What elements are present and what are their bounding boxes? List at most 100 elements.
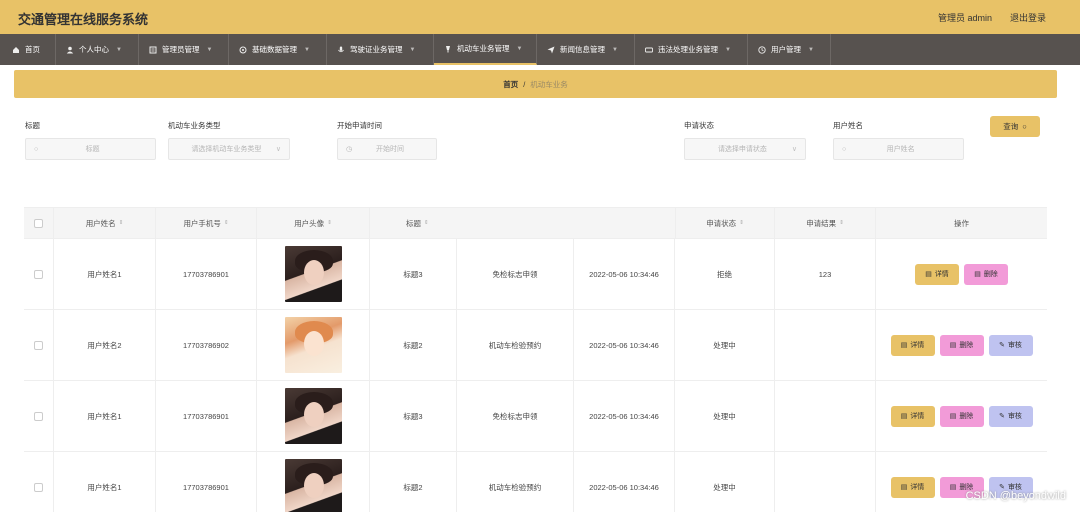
thumbs-up-icon: ✎ (999, 342, 1005, 349)
detail-button[interactable]: ▤ 详情 (890, 334, 935, 356)
avatar[interactable] (284, 317, 342, 373)
nav-label: 驾驶证业务管理 (350, 45, 403, 54)
nav-item-admin[interactable]: 管理员管理 ▼ (139, 34, 229, 65)
avatar[interactable] (284, 388, 342, 444)
clock-icon (758, 45, 766, 54)
status-select[interactable]: 请选择申请状态 ∨ (684, 138, 806, 160)
username-filter: 用户姓名 ○ 用户姓名 (833, 120, 964, 160)
status-filter-label: 申请状态 (684, 121, 714, 130)
document-icon: ▤ (900, 484, 908, 491)
status-filter: 申请状态 请选择申请状态 ∨ (684, 120, 806, 160)
header-label: 用户头像 (294, 218, 325, 228)
cell-result (775, 452, 876, 512)
header-phone[interactable]: 用户手机号 ⇕ (156, 208, 257, 238)
admin-icon (149, 46, 157, 54)
cell-result (775, 381, 876, 451)
nav-label: 个人中心 (79, 45, 109, 54)
header-label: 标题 (406, 218, 421, 228)
avatar[interactable] (284, 459, 342, 512)
cell-username: 用户姓名1 (54, 381, 156, 451)
type-filter-label: 机动车业务类型 (168, 121, 221, 130)
nav-item-license[interactable]: 驾驶证业务管理 ▼ (327, 34, 434, 65)
username-search-input[interactable]: ○ 用户姓名 (833, 138, 964, 160)
nav-item-news[interactable]: 新闻信息管理 ▼ (537, 34, 635, 65)
trash-icon: ▤ (949, 484, 957, 491)
cell-avatar (257, 310, 370, 380)
query-button[interactable]: 查询 ○ (990, 116, 1040, 137)
row-checkbox[interactable] (34, 411, 43, 421)
sort-icon: ⇕ (839, 220, 844, 226)
type-placeholder: 请选择机动车业务类型 (191, 146, 262, 153)
select-all-cell (24, 208, 54, 238)
detail-button[interactable]: ▤ 详情 (915, 263, 959, 285)
delete-button[interactable]: ▤ 删除 (939, 334, 984, 356)
admin-user-label[interactable]: 管理员 admin (938, 11, 992, 24)
detail-label: 详情 (910, 413, 925, 420)
delete-button[interactable]: ▤ 删除 (964, 263, 1008, 285)
nav-item-home[interactable]: 首页 (2, 34, 56, 65)
nav-label: 违法处理业务管理 (658, 45, 718, 54)
review-label: 审核 (1007, 413, 1022, 420)
header-username[interactable]: 用户姓名 ⇕ (54, 208, 156, 238)
top-header: 交通管理在线服务系统 管理员 admin 退出登录 (0, 0, 1080, 34)
start-time-picker[interactable]: ◷ 开始时间 (337, 138, 437, 160)
row-checkbox[interactable] (34, 269, 43, 279)
table-row: 用户姓名1 17703786901 标题2 机动车检验预约 2022-05-06… (24, 452, 1047, 512)
header-user-area: 管理员 admin 退出登录 (938, 11, 1046, 24)
header-title[interactable]: 标题 ⇕ (370, 208, 675, 238)
detail-label: 详情 (910, 342, 925, 349)
mic-icon (337, 46, 345, 54)
nav-item-personal[interactable]: 个人中心 ▼ (56, 34, 139, 65)
nav-item-vehicle[interactable]: 机动车业务管理 ▼ (434, 34, 537, 65)
header-status[interactable]: 申请状态 ⇕ (675, 208, 775, 238)
cell-ops: ▤ 详情 ▤ 删除 ✎ 审核 (876, 310, 1047, 380)
detail-button[interactable]: ▤ 详情 (890, 405, 935, 427)
table-header: 用户姓名 ⇕ 用户手机号 ⇕ 用户头像 ⇕ 标题 ⇕ 申请状态 ⇕ 申请结果 ⇕ 操作 (24, 207, 1047, 239)
start-time-label: 开始申请时间 (337, 121, 382, 130)
nav-item-violation[interactable]: 违法处理业务管理 ▼ (635, 34, 748, 65)
chevron-down-icon: ▼ (116, 46, 122, 53)
select-all-checkbox[interactable] (34, 218, 43, 228)
avatar[interactable] (284, 246, 342, 302)
row-actions: ▤ 详情 ▤ 删除 ✎ 审核 (890, 405, 1033, 427)
review-button[interactable]: ✎ 审核 (988, 405, 1033, 427)
nav-item-users[interactable]: 用户管理 ▼ (748, 34, 831, 65)
row-checkbox[interactable] (34, 482, 43, 492)
cell-avatar (257, 239, 370, 309)
header-avatar[interactable]: 用户头像 ⇕ (257, 208, 370, 238)
review-button[interactable]: ✎ 审核 (988, 334, 1033, 356)
document-icon: ▤ (900, 413, 908, 420)
cell-type: 机动车检验预约 (457, 310, 574, 380)
ticket-icon (645, 46, 653, 54)
breadcrumb: 首页 / 机动车业务 (14, 70, 1057, 98)
nav-item-base-data[interactable]: 基础数据管理 ▼ (229, 34, 327, 65)
car-icon (444, 45, 452, 53)
user-icon (66, 46, 74, 54)
row-select-cell (24, 310, 54, 380)
header-label: 用户姓名 (85, 218, 116, 228)
cell-username: 用户姓名1 (54, 452, 156, 512)
title-search-input[interactable]: ○ 标题 (25, 138, 156, 160)
sort-icon: ⇕ (223, 220, 229, 226)
detail-label: 详情 (910, 484, 925, 491)
title-filter: 标题 ○ 标题 (25, 120, 156, 160)
chevron-down-icon: ▼ (612, 46, 618, 53)
sort-icon: ⇕ (118, 220, 124, 226)
detail-button[interactable]: ▤ 详情 (890, 476, 935, 498)
cell-ops: ▤ 详情 ▤ 删除 ✎ 审核 (876, 381, 1047, 451)
cell-phone: 17703786902 (156, 310, 257, 380)
send-icon (547, 46, 555, 54)
delete-label: 删除 (983, 271, 998, 278)
breadcrumb-home[interactable]: 首页 (503, 79, 518, 90)
table-row: 用户姓名1 17703786901 标题3 免检标志申领 2022-05-06 … (24, 381, 1047, 452)
header-result[interactable]: 申请结果 ⇕ (775, 208, 876, 238)
type-select[interactable]: 请选择机动车业务类型 ∨ (168, 138, 290, 160)
cell-avatar (257, 381, 370, 451)
logout-link[interactable]: 退出登录 (1010, 11, 1046, 24)
username-filter-label: 用户姓名 (833, 121, 863, 130)
delete-button[interactable]: ▤ 删除 (939, 405, 984, 427)
row-checkbox[interactable] (34, 340, 43, 350)
cell-type: 免检标志申领 (457, 239, 574, 309)
cell-time: 2022-05-06 10:34:46 (574, 381, 675, 451)
sort-icon: ⇕ (424, 220, 429, 226)
